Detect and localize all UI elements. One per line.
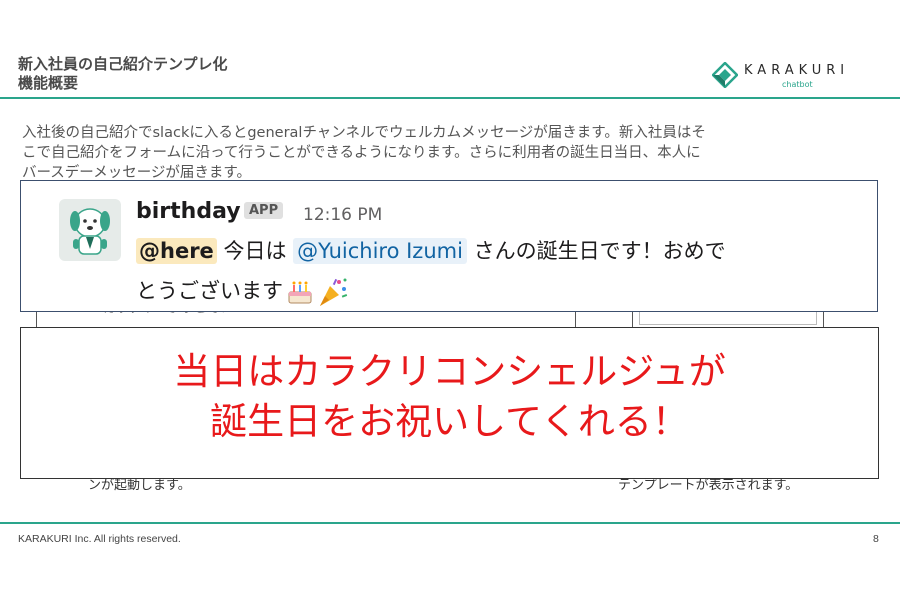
- app-badge: APP: [244, 202, 284, 219]
- header-divider: [0, 97, 900, 99]
- slack-message-card: birthday APP 12:16 PM @here 今日は @Yuichir…: [20, 180, 878, 312]
- footer-copyright: KARAKURI Inc. All rights reserved.: [18, 533, 181, 545]
- title-line-1: 新入社員の自己紹介テンプレ化: [18, 55, 228, 73]
- party-popper-icon: [320, 278, 348, 306]
- karakuri-logo: KARAKURI chatbot: [712, 60, 872, 92]
- footer-divider: [0, 522, 900, 524]
- slide-title: 新入社員の自己紹介テンプレ化 機能概要: [18, 55, 228, 93]
- callout-line-2: 誕生日をお祝いしてくれる！: [210, 400, 689, 443]
- message-text-segment: とうございます: [136, 279, 283, 303]
- intro-line: こで自己紹介をフォームに沿って行うことができるようになります。さらに利用者の誕生…: [22, 145, 701, 161]
- user-mention[interactable]: @Yuichiro Izumi: [293, 238, 467, 264]
- page-number: 8: [873, 533, 879, 545]
- bot-avatar[interactable]: [59, 199, 121, 261]
- highlight-callout: 当日はカラクリコンシェルジュが 誕生日をお祝いしてくれる！: [20, 327, 879, 479]
- logo-mark-icon: [712, 62, 738, 88]
- intro-line: 入社後の自己紹介でslackに入るとgeneralチャンネルでウェルカムメッセー…: [22, 125, 706, 141]
- message-text-line-2: とうございます: [136, 276, 349, 308]
- logo-wordmark: KARAKURI: [744, 63, 850, 78]
- here-mention[interactable]: @here: [136, 238, 217, 264]
- message-text-segment: さんの誕生日です！おめで: [466, 239, 726, 263]
- bot-name[interactable]: birthday: [136, 199, 241, 224]
- logo-subtext: chatbot: [782, 80, 813, 89]
- intro-line: バースデーメッセージが届きます。: [22, 165, 251, 181]
- dog-mascot-icon: [70, 208, 110, 255]
- title-line-2: 機能概要: [18, 74, 79, 92]
- message-text-segment: 今日は: [216, 239, 294, 263]
- message-timestamp[interactable]: 12:16 PM: [303, 205, 382, 225]
- intro-paragraph: 入社後の自己紹介でslackに入るとgeneralチャンネルでウェルカムメッセー…: [22, 123, 852, 181]
- message-text-line-1: @here 今日は @Yuichiro Izumi さんの誕生日です！おめで: [136, 237, 726, 265]
- birthday-cake-icon: [288, 281, 312, 304]
- callout-line-1: 当日はカラクリコンシェルジュが: [173, 350, 726, 393]
